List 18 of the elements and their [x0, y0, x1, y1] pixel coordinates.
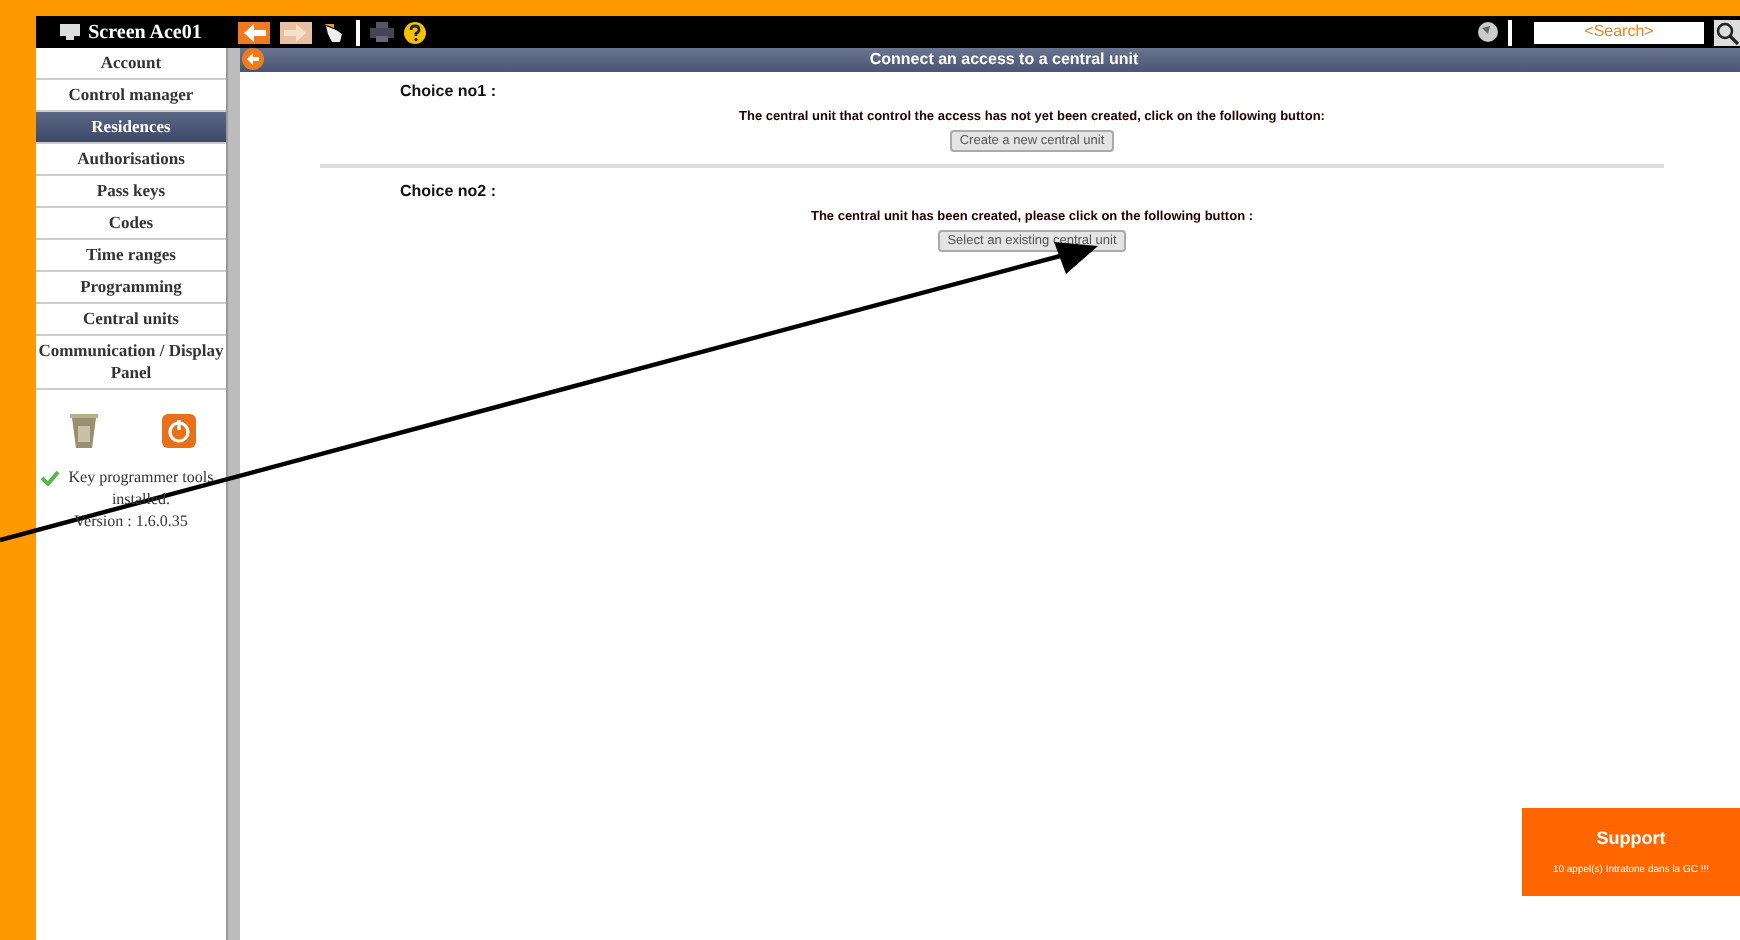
forward-arrow-icon[interactable] [280, 21, 312, 43]
checkmark-icon [40, 470, 60, 486]
power-icon[interactable] [161, 413, 195, 447]
screen-label: Screen Ace01 [88, 19, 202, 47]
search-icon[interactable] [1714, 19, 1740, 45]
version-text: Version : 1.6.0.35 [72, 510, 190, 532]
choice-label: Choice no2 : [398, 179, 499, 204]
back-arrow-icon[interactable] [242, 48, 264, 70]
trash-bin-icon[interactable] [67, 410, 99, 450]
printer-icon[interactable] [370, 22, 394, 42]
support-title: Support [1596, 825, 1666, 852]
monitor-icon [60, 24, 81, 40]
sidebar-item[interactable]: Residences [36, 112, 226, 144]
search-field[interactable]: <Search> [1534, 21, 1704, 43]
page-title: Connect an access to a central unit [867, 48, 1141, 72]
help-icon[interactable] [404, 21, 426, 43]
back-arrow-icon[interactable] [238, 21, 270, 43]
choice-label: Choice no1 : [398, 80, 499, 104]
